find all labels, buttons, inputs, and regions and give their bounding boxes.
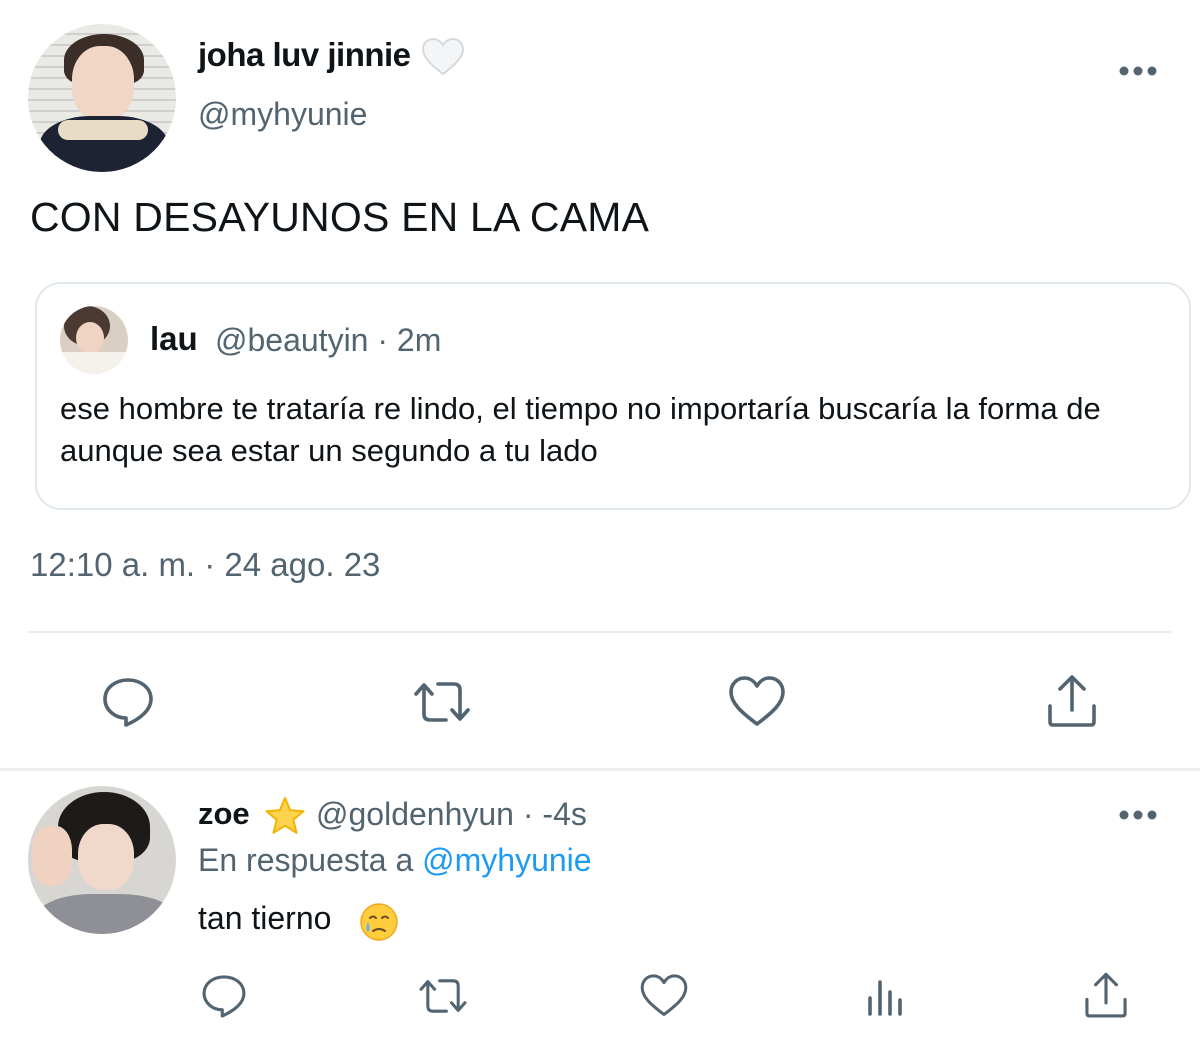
reply-display-name[interactable]: zoe [198, 796, 250, 832]
avatar-body [36, 894, 176, 934]
quoted-display-name: lau [150, 320, 198, 357]
like-icon[interactable] [638, 970, 690, 1022]
like-icon[interactable] [726, 672, 786, 732]
avatar-face [72, 46, 134, 120]
more-options-icon[interactable] [1116, 800, 1160, 830]
avatar-collar [58, 120, 148, 140]
tweet-text: CON DESAYUNOS EN LA CAMA [30, 194, 650, 240]
white-heart-emoji [422, 38, 464, 76]
reply-handle-time[interactable]: @goldenhyun · -4s [316, 796, 587, 833]
reply-tweet-text: tan tierno [198, 900, 332, 936]
quoted-tweet-text: ese hombre te trataría re lindo, el tiem… [60, 391, 1101, 468]
divider [28, 631, 1171, 633]
author-display-name[interactable]: joha luv jinnie [198, 36, 411, 74]
retweet-icon[interactable] [410, 672, 470, 732]
avatar-face [78, 824, 134, 890]
quoted-handle-time: @beautyin · 2m [215, 322, 442, 358]
avatar-hand [32, 826, 72, 886]
avatar-body [60, 352, 128, 374]
author-avatar[interactable] [28, 24, 176, 172]
star-emoji [264, 796, 306, 836]
replying-to-line: En respuesta a @myhyunie [198, 842, 592, 879]
share-icon[interactable] [1042, 672, 1102, 732]
retweet-icon[interactable] [416, 970, 468, 1022]
reply-icon[interactable] [98, 672, 158, 732]
replying-to-prefix: En respuesta a [198, 842, 414, 878]
quoted-author-avatar [60, 306, 128, 374]
tweet-timestamp[interactable]: 12:10 a. m. · 24 ago. 23 [30, 546, 380, 584]
reply-mention-link[interactable]: @myhyunie [422, 842, 591, 878]
views-icon[interactable] [860, 970, 912, 1022]
avatar-face [76, 322, 104, 354]
face-holding-back-tears-emoji [359, 902, 399, 942]
reply-author-avatar[interactable] [28, 786, 176, 934]
author-handle[interactable]: @myhyunie [198, 96, 367, 133]
reply-icon[interactable] [198, 970, 250, 1022]
share-icon[interactable] [1080, 970, 1132, 1022]
divider [0, 768, 1200, 771]
more-options-icon[interactable] [1116, 56, 1160, 86]
